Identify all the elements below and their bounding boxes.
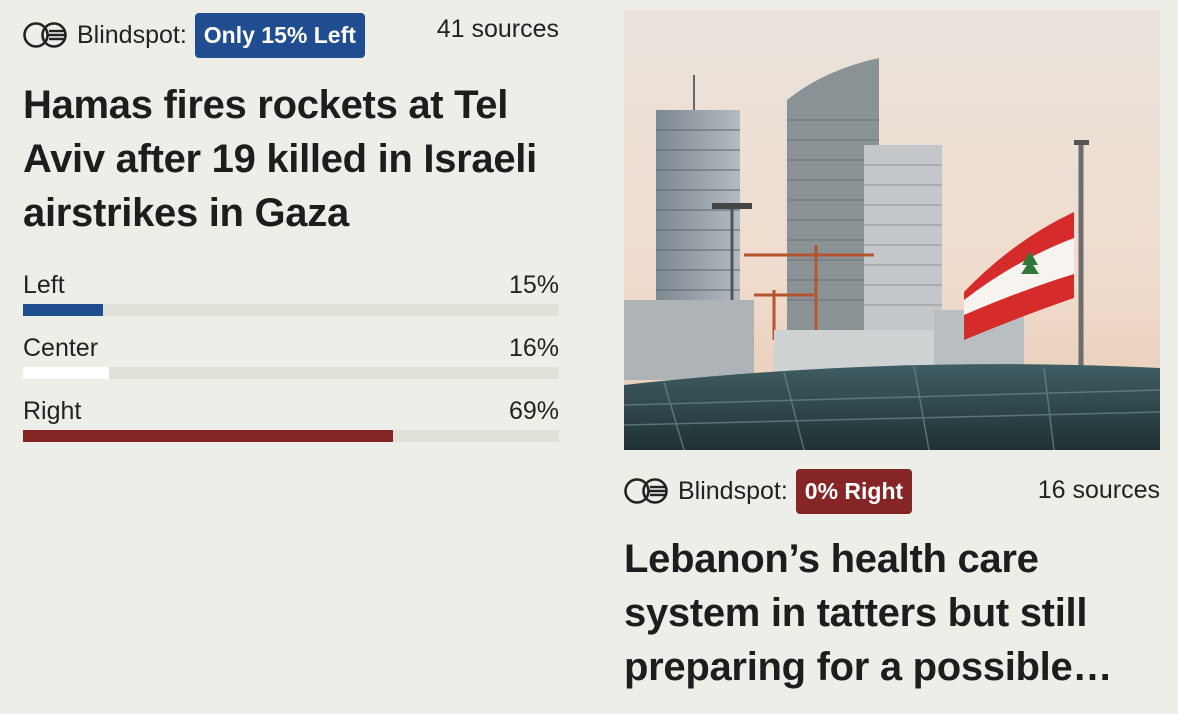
bias-bar-left: Left 15%	[23, 270, 559, 316]
bias-fill-left	[23, 304, 104, 316]
bias-label-left: Left	[23, 271, 65, 299]
blindspot-icon	[23, 22, 67, 48]
bias-percent-left: 15%	[508, 271, 559, 299]
bias-label-center: Center	[23, 334, 99, 362]
bias-track-right	[23, 430, 559, 442]
bias-percent-right: 69%	[508, 397, 559, 425]
blindspot-icon	[624, 478, 668, 504]
bias-percent-center: 16%	[508, 334, 559, 362]
source-count[interactable]: 16 sources	[1038, 476, 1160, 505]
bias-track-center	[23, 367, 559, 379]
blindspot-row: Blindspot: 0% Right 16 sources	[624, 466, 1160, 516]
story-card-lebanon[interactable]: Blindspot: 0% Right 16 sources Lebanon’s…	[624, 10, 1160, 694]
blindspot-row: Blindspot: Only 15% Left 41 sources	[23, 10, 559, 60]
blindspot-badge: Only 15% Left	[194, 12, 365, 58]
bias-bar-center: Center 16%	[23, 333, 559, 379]
blindspot-badge: 0% Right	[795, 468, 913, 514]
story-card-hamas[interactable]: Blindspot: Only 15% Left 41 sources Hama…	[23, 10, 559, 459]
lebanon-skyline-flag-image[interactable]	[624, 10, 1160, 450]
bias-bar-right: Right 69%	[23, 396, 559, 442]
bias-label-right: Right	[23, 397, 82, 425]
bias-fill-right	[23, 430, 393, 442]
bias-fill-center	[23, 367, 109, 379]
story-headline[interactable]: Lebanon’s health care system in tatters …	[624, 532, 1160, 694]
bias-distribution: Left 15% Center 16% Right 69%	[23, 270, 559, 442]
story-headline[interactable]: Hamas fires rockets at Tel Aviv after 19…	[23, 78, 559, 240]
blindspot-label: Blindspot:	[77, 20, 187, 49]
source-count[interactable]: 41 sources	[437, 15, 559, 44]
bias-track-left	[23, 304, 559, 316]
blindspot-label: Blindspot:	[678, 476, 788, 505]
